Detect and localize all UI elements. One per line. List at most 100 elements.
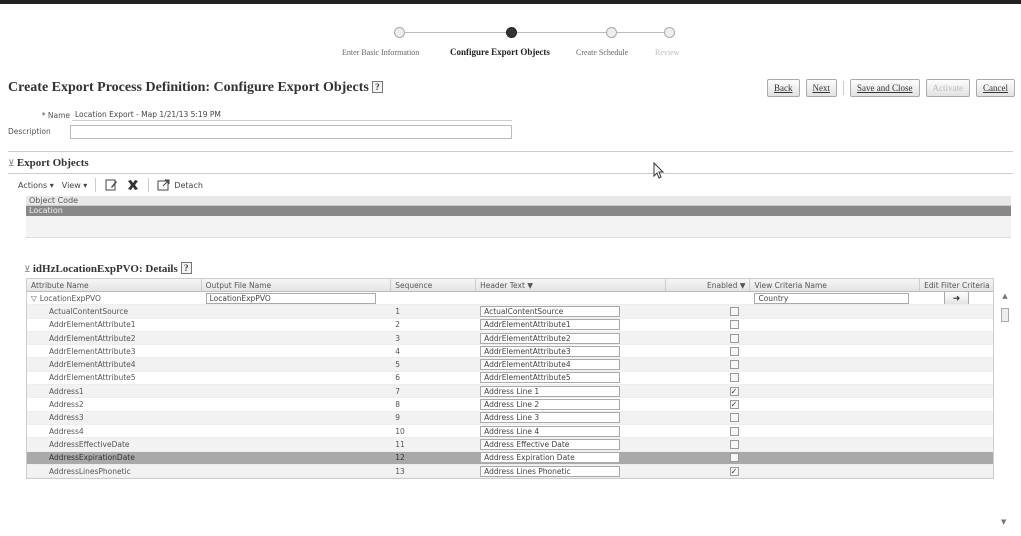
table-row[interactable]: Address1 7 Address Line 1 ✓ <box>27 385 993 399</box>
header-text-cell: Address Line 1 <box>476 385 666 397</box>
attribute-name-cell: Address4 <box>49 426 84 436</box>
view-menu[interactable]: View ▾ <box>62 181 88 190</box>
filter-criteria-cell <box>920 319 993 331</box>
sequence-cell: 9 <box>395 413 401 423</box>
header-text-input[interactable]: AddrElementAttribute2 <box>480 332 621 344</box>
attribute-name-cell: AddrElementAttribute2 <box>49 333 136 343</box>
export-objects-header[interactable]: ⊻ Export Objects <box>8 157 89 169</box>
output-file-cell <box>202 398 392 410</box>
header-text-input[interactable]: Address Line 4 <box>480 425 621 437</box>
header-text-input[interactable]: Address Effective Date <box>480 438 621 450</box>
root-attribute[interactable]: ▽ LocationExpPVO <box>27 292 202 304</box>
next-button[interactable]: Next <box>805 79 837 97</box>
table-row[interactable]: AddrElementAttribute5 6 AddrElementAttribu… <box>27 372 993 386</box>
detail-rows: ActualContentSource 1 ActualContentSource A… <box>27 305 993 479</box>
scroll-thumb[interactable] <box>1001 308 1009 322</box>
enabled-checkbox[interactable] <box>729 426 739 436</box>
header-text-input[interactable]: AddrElementAttribute5 <box>480 372 621 384</box>
header-text-input[interactable]: ActualContentSource <box>480 305 621 317</box>
col-sequence[interactable]: Sequence <box>391 279 477 291</box>
col-view-criteria-name[interactable]: View Criteria Name <box>750 279 921 291</box>
header-text-cell: AddrElementAttribute2 <box>476 332 666 344</box>
col-enabled[interactable]: Enabled ▼ <box>666 279 751 291</box>
table-row[interactable]: AddressEffectiveDate 11 Address Effective … <box>27 438 993 452</box>
enabled-checkbox[interactable] <box>729 439 739 449</box>
attribute-name-cell: AddrElementAttribute4 <box>49 360 136 370</box>
output-file-input[interactable]: LocationExpPVO <box>205 292 376 304</box>
enabled-checkbox[interactable]: ✓ <box>729 466 739 476</box>
table-row[interactable]: AddrElementAttribute3 4 AddrElementAttribu… <box>27 345 993 359</box>
table-row[interactable]: AddrElementAttribute2 3 AddrElementAttribu… <box>27 331 993 346</box>
details-scrollbar[interactable]: ▲ ▼ <box>1000 292 1010 526</box>
table-row[interactable]: AddrElementAttribute1 2 AddrElementAttribu… <box>27 319 993 332</box>
details-collapse-icon[interactable]: ⊻ <box>24 264 33 274</box>
train-label-basic[interactable]: Enter Basic Information <box>342 48 419 57</box>
details-header[interactable]: ⊻ idHzLocationExpPVO: Details? <box>24 262 192 275</box>
edit-filter-button[interactable]: ➜ <box>943 292 970 305</box>
enabled-checkbox[interactable] <box>729 306 739 316</box>
actions-menu[interactable]: Actions ▾ <box>18 181 54 190</box>
table-row[interactable]: AddressLinesPhonetic 13 Address Lines Phon… <box>27 464 993 479</box>
enabled-checkbox[interactable] <box>729 453 739 463</box>
table-row[interactable]: AddressExpirationDate 12 Address Expiratio… <box>27 451 993 465</box>
scroll-down-icon[interactable]: ▼ <box>1001 518 1006 526</box>
col-output-file-name[interactable]: Output File Name <box>202 279 392 291</box>
activate-button[interactable]: Activate <box>925 79 970 97</box>
header-text-input[interactable]: AddrElementAttribute4 <box>480 359 621 371</box>
table-row[interactable]: Address2 8 Address Line 2 ✓ <box>27 398 993 412</box>
attribute-name-cell: Address1 <box>49 386 84 396</box>
table-row[interactable]: ActualContentSource 1 ActualContentSource <box>27 305 993 319</box>
scroll-up-icon[interactable]: ▲ <box>1000 292 1010 300</box>
action-buttons: Back Next Save and Close Activate Cancel <box>767 79 1015 97</box>
enabled-checkbox[interactable] <box>729 413 739 423</box>
table-row-root[interactable]: ▽ LocationExpPVO LocationExpPVO Country ➜ <box>27 292 993 306</box>
train-label-schedule[interactable]: Create Schedule <box>576 48 628 57</box>
header-text-input[interactable]: Address Expiration Date <box>480 452 621 464</box>
attribute-name-cell: AddrElementAttribute5 <box>49 373 136 383</box>
view-criteria-input[interactable]: Country <box>754 292 910 304</box>
filter-criteria-cell <box>920 425 993 437</box>
sequence-cell: 2 <box>395 320 401 330</box>
enabled-checkbox[interactable] <box>729 373 739 383</box>
header-text-cell: Address Line 2 <box>476 398 666 411</box>
table-row-location[interactable]: Location <box>26 206 1011 216</box>
enabled-checkbox[interactable]: ✓ <box>729 386 739 396</box>
edit-icon[interactable] <box>104 178 118 192</box>
enabled-checkbox[interactable]: ✓ <box>729 400 739 410</box>
train-stop-basic[interactable] <box>394 27 405 38</box>
header-text-input[interactable]: Address Lines Phonetic <box>480 465 621 477</box>
attribute-name-cell: AddressLinesPhonetic <box>49 466 131 476</box>
delete-icon[interactable] <box>126 178 140 192</box>
table-row[interactable]: Address3 9 Address Line 3 <box>27 411 993 425</box>
save-and-close-button[interactable]: Save and Close <box>850 79 920 97</box>
collapse-icon[interactable]: ⊻ <box>8 158 17 168</box>
col-header-text[interactable]: Header Text ▼ <box>476 279 666 291</box>
cancel-button[interactable]: Cancel <box>976 79 1015 97</box>
attribute-name-cell: AddrElementAttribute1 <box>49 320 136 330</box>
table-row[interactable]: AddrElementAttribute4 5 AddrElementAttribu… <box>27 358 993 372</box>
back-button[interactable]: Back <box>767 79 800 97</box>
enabled-checkbox[interactable] <box>729 320 739 330</box>
train-stop-review[interactable] <box>664 27 675 38</box>
train-stop-schedule[interactable] <box>606 27 617 38</box>
col-edit-filter-criteria[interactable]: Edit Filter Criteria <box>920 279 993 291</box>
header-text-input[interactable]: Address Line 2 <box>480 399 621 411</box>
header-text-input[interactable]: Address Line 1 <box>480 385 621 397</box>
details-help-icon[interactable]: ? <box>180 262 192 274</box>
name-field[interactable]: Location Export - Map 1/21/13 5:19 PM <box>72 109 512 121</box>
enabled-checkbox[interactable] <box>729 360 739 370</box>
train-label-review[interactable]: Review <box>655 48 679 57</box>
header-text-input[interactable]: AddrElementAttribute3 <box>480 345 621 357</box>
tree-expand-icon[interactable]: ▽ <box>31 294 37 303</box>
description-field[interactable] <box>70 125 512 139</box>
help-icon[interactable]: ? <box>371 81 383 93</box>
enabled-checkbox[interactable] <box>729 333 739 343</box>
table-row[interactable]: Address4 10 Address Line 4 <box>27 425 993 439</box>
header-text-input[interactable]: AddrElementAttribute1 <box>480 319 621 331</box>
enabled-checkbox[interactable] <box>729 346 739 356</box>
col-attribute-name[interactable]: Attribute Name <box>27 279 202 291</box>
output-file-cell <box>202 438 392 450</box>
header-text-input[interactable]: Address Line 3 <box>480 412 621 424</box>
object-code-header[interactable]: Object Code <box>26 196 1011 206</box>
detach-button[interactable]: Detach <box>157 178 203 192</box>
